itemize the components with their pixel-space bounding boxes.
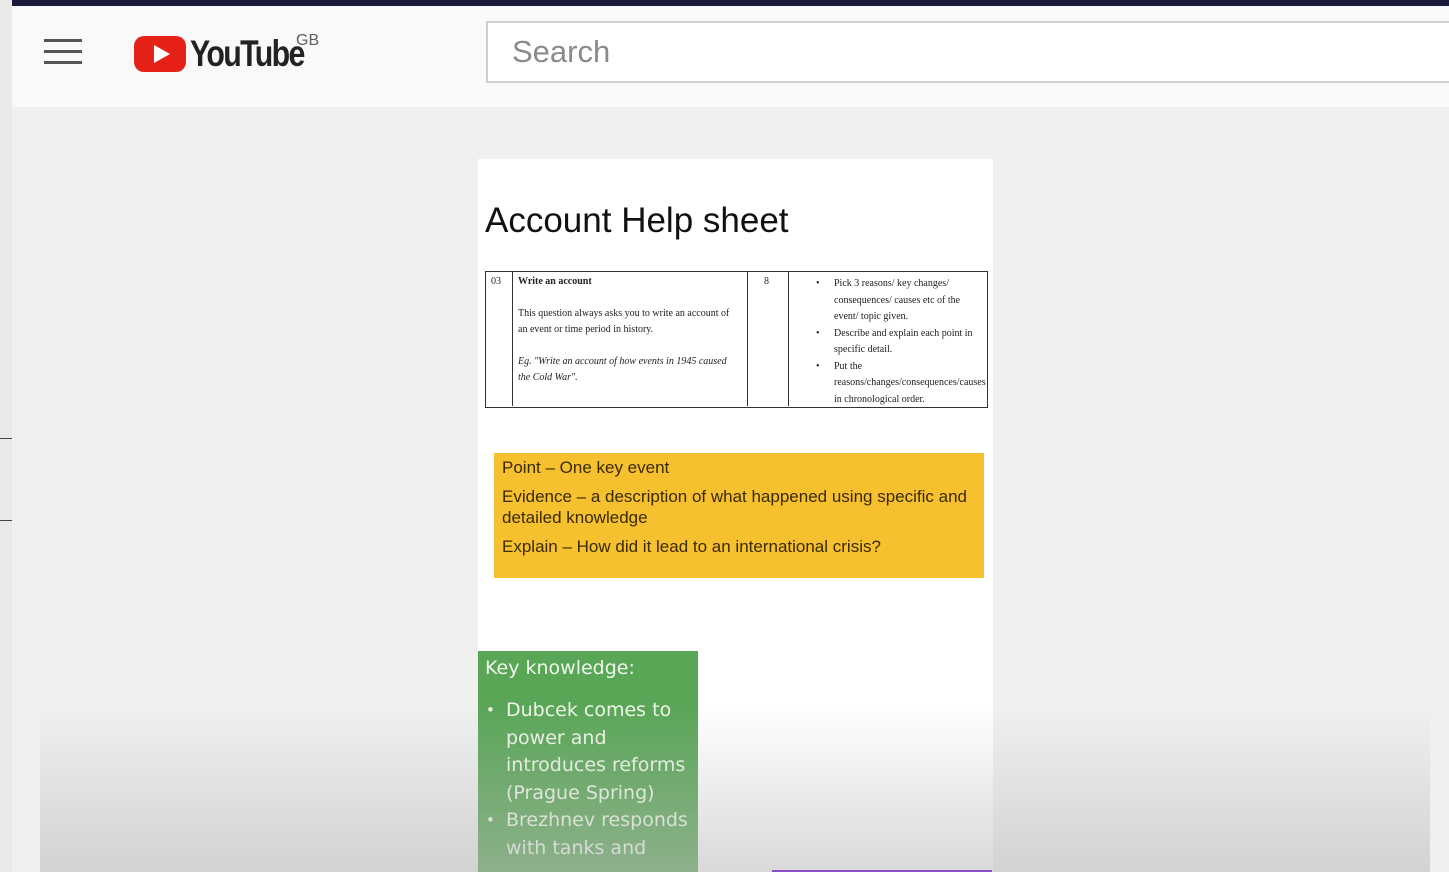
divider <box>0 520 12 521</box>
hamburger-menu-icon[interactable] <box>44 39 82 65</box>
question-table: 03 Write an account This question always… <box>485 271 988 408</box>
key-knowledge-list: Dubcek comes to power and introduces ref… <box>485 697 691 862</box>
explain-text: Explain – How did it lead to an internat… <box>502 537 881 556</box>
list-item: Put the reasons/changes/consequences/cau… <box>796 359 986 409</box>
point-text: Point – One key event <box>502 458 670 477</box>
question-number: 03 <box>491 276 501 287</box>
table-cell: Write an account This question always as… <box>513 272 748 406</box>
divider <box>0 438 12 439</box>
youtube-window: YouTube GB Search Account Help sheet 03 … <box>12 6 1449 872</box>
list-item: Dubcek comes to power and introduces ref… <box>485 697 691 807</box>
slide: Account Help sheet 03 Write an account T… <box>478 159 993 872</box>
list-item: Describe and explain each point in speci… <box>796 326 986 359</box>
logo-text: YouTube <box>190 33 305 74</box>
key-knowledge-box: Key knowledge: Dubcek comes to power and… <box>478 651 698 872</box>
table-cell: 8 <box>748 272 789 406</box>
table-cell: 03 <box>486 272 513 406</box>
masthead: YouTube GB Search <box>12 6 1449 107</box>
pee-box: Point – One key event Evidence – a descr… <box>494 453 984 578</box>
slide-title: Account Help sheet <box>485 201 789 240</box>
guidance-list: Pick 3 reasons/ key changes/ consequence… <box>796 276 986 408</box>
key-knowledge-heading: Key knowledge: <box>485 657 635 679</box>
list-item: Brezhnev responds with tanks and <box>485 807 691 862</box>
evidence-text: Evidence – a description of what happene… <box>502 487 967 527</box>
list-item: Pick 3 reasons/ key changes/ consequence… <box>796 276 986 326</box>
question-example: Eg. "Write an account of how events in 1… <box>518 356 727 383</box>
question-heading: Write an account <box>518 276 592 287</box>
youtube-play-icon <box>134 36 186 72</box>
marks: 8 <box>764 276 769 287</box>
search-input[interactable]: Search <box>486 21 1449 83</box>
youtube-logo[interactable]: YouTube GB <box>134 32 334 74</box>
region-label: GB <box>296 32 320 49</box>
background-window-edge <box>0 0 12 872</box>
question-description: This question always asks you to write a… <box>518 308 730 335</box>
video-player[interactable]: Account Help sheet 03 Write an account T… <box>12 107 1449 872</box>
